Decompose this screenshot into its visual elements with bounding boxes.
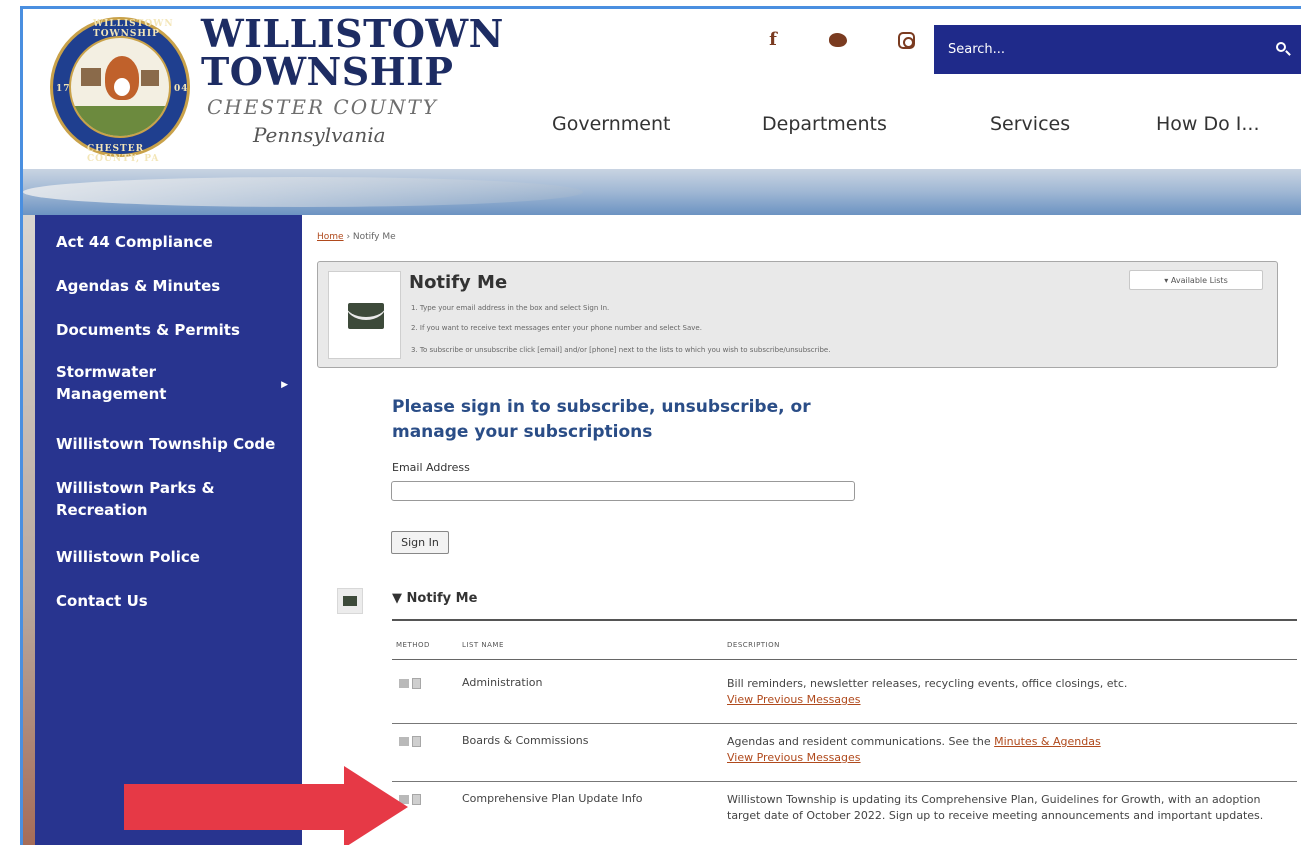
hero-banner [23, 169, 1301, 215]
instruction-step-2: 2. If you want to receive text messages … [411, 324, 702, 332]
list-description: Agendas and resident communications. See… [727, 734, 1297, 766]
view-previous-messages-link[interactable]: View Previous Messages [727, 692, 1297, 708]
description-text: Bill reminders, newsletter releases, rec… [727, 677, 1128, 690]
nav-government[interactable]: Government [552, 113, 671, 135]
column-header-method: METHOD [396, 641, 430, 649]
sidebar-item-contact-us[interactable]: Contact Us [56, 590, 271, 612]
sidebar-item-township-code[interactable]: Willistown Township Code [56, 433, 296, 455]
seal-center [69, 36, 171, 138]
view-previous-messages-link[interactable]: View Previous Messages [727, 750, 1297, 766]
list-name: Administration [462, 676, 543, 689]
nav-how-do-i[interactable]: How Do I... [1156, 113, 1260, 135]
list-name: Comprehensive Plan Update Info [462, 792, 643, 805]
header-divider [392, 659, 1297, 660]
email-address-field[interactable] [391, 481, 855, 501]
site-title-line2: TOWNSHIP [201, 49, 454, 94]
email-address-label: Email Address [392, 461, 470, 474]
seal-right-year: 04 [174, 84, 189, 94]
notify-me-section-icon [337, 588, 363, 614]
search-bar [934, 25, 1301, 74]
site-title[interactable]: WILLISTOWN TOWNSHIP [201, 11, 504, 94]
minutes-agendas-link[interactable]: Minutes & Agendas [994, 735, 1101, 748]
search-input[interactable] [948, 37, 1248, 61]
email-subscribe-icon[interactable] [399, 679, 409, 688]
breadcrumb-home[interactable]: Home [317, 232, 344, 242]
seal-ground [71, 106, 169, 136]
sidebar-item-act-44[interactable]: Act 44 Compliance [56, 231, 271, 253]
breadcrumb-current: Notify Me [352, 232, 396, 242]
breadcrumb-separator: › [343, 232, 353, 242]
notify-me-title: Notify Me [409, 272, 508, 293]
column-header-list-name: LIST NAME [462, 641, 504, 649]
twitter-bird-shape [829, 33, 847, 47]
sidebar-item-stormwater[interactable]: Stormwater Management [56, 361, 206, 405]
notify-me-section-toggle[interactable]: ▼ Notify Me [392, 591, 477, 606]
township-seal-logo[interactable]: WILLISTOWN TOWNSHIP CHESTER COUNTY, PA 1… [50, 17, 190, 164]
main-content: Home › Notify Me Notify Me 1. Type your … [302, 215, 1301, 845]
site-county: CHESTER COUNTY [207, 95, 438, 119]
notify-me-info-box: Notify Me 1. Type your email address in … [317, 261, 1278, 368]
sms-subscribe-icon[interactable] [412, 736, 421, 747]
envelope-icon [343, 596, 357, 606]
nav-services[interactable]: Services [990, 113, 1070, 135]
list-description: Bill reminders, newsletter releases, rec… [727, 676, 1297, 708]
list-description: Willistown Township is updating its Comp… [727, 792, 1297, 824]
seal-barn-right [141, 70, 159, 86]
sign-in-button[interactable]: Sign In [391, 531, 449, 554]
site-state: Pennsylvania [253, 123, 386, 147]
sms-subscribe-icon[interactable] [412, 794, 421, 805]
sidebar-item-stormwater-label: Stormwater Management [56, 363, 167, 403]
available-lists-button[interactable]: ▾ Available Lists [1129, 270, 1263, 290]
method-toggles [399, 736, 423, 747]
fox-icon [105, 56, 139, 100]
search-icon-handle [1285, 50, 1291, 56]
site-title-line1: WILLISTOWN [201, 11, 504, 56]
banner-clouds [23, 177, 583, 207]
signin-heading: Please sign in to subscribe, unsubscribe… [392, 397, 811, 442]
arrow-shape [124, 766, 408, 845]
column-header-description: DESCRIPTION [727, 641, 780, 649]
section-divider [392, 619, 1297, 621]
method-toggles [399, 678, 423, 689]
red-annotation-arrow [124, 766, 408, 845]
instagram-glyph [897, 31, 915, 49]
description-text: Agendas and resident communications. See… [727, 735, 995, 748]
sms-subscribe-icon[interactable] [412, 678, 421, 689]
sidebar-item-police[interactable]: Willistown Police [56, 546, 271, 568]
list-name: Boards & Commissions [462, 734, 589, 747]
seal-top-text: WILLISTOWN TOWNSHIP [93, 19, 174, 39]
facebook-icon[interactable]: f [758, 25, 788, 55]
breadcrumb: Home › Notify Me [317, 232, 396, 242]
sidebar-item-documents-permits[interactable]: Documents & Permits [56, 319, 271, 341]
sidebar-item-agendas-minutes[interactable]: Agendas & Minutes [56, 275, 271, 297]
nav-departments[interactable]: Departments [762, 113, 887, 135]
notify-envelope-tile [328, 271, 401, 359]
site-header: WILLISTOWN TOWNSHIP CHESTER COUNTY, PA 1… [23, 9, 1301, 169]
sidebar-background-image [23, 215, 35, 845]
envelope-icon [348, 303, 384, 329]
instagram-icon[interactable] [891, 25, 921, 55]
row-divider [392, 723, 1297, 724]
seal-bottom-text: CHESTER COUNTY, PA [87, 144, 160, 164]
sidebar-item-parks-recreation[interactable]: Willistown Parks & Recreation [56, 477, 236, 521]
email-subscribe-icon[interactable] [399, 737, 409, 746]
seal-barn-left [81, 68, 101, 86]
description-text: Willistown Township is updating its Comp… [727, 793, 1264, 822]
browser-page: WILLISTOWN TOWNSHIP CHESTER COUNTY, PA 1… [20, 6, 1301, 845]
sidebar-nav: Act 44 Compliance Agendas & Minutes Docu… [35, 215, 302, 845]
row-divider [392, 781, 1297, 782]
instruction-step-1: 1. Type your email address in the box an… [411, 304, 610, 312]
twitter-icon[interactable] [823, 25, 853, 55]
search-icon[interactable] [1270, 37, 1296, 63]
seal-left-year: 17 [56, 84, 71, 94]
submenu-arrow-icon[interactable]: ▶ [281, 380, 288, 390]
instruction-step-3: 3. To subscribe or unsubscribe click [em… [411, 346, 831, 354]
